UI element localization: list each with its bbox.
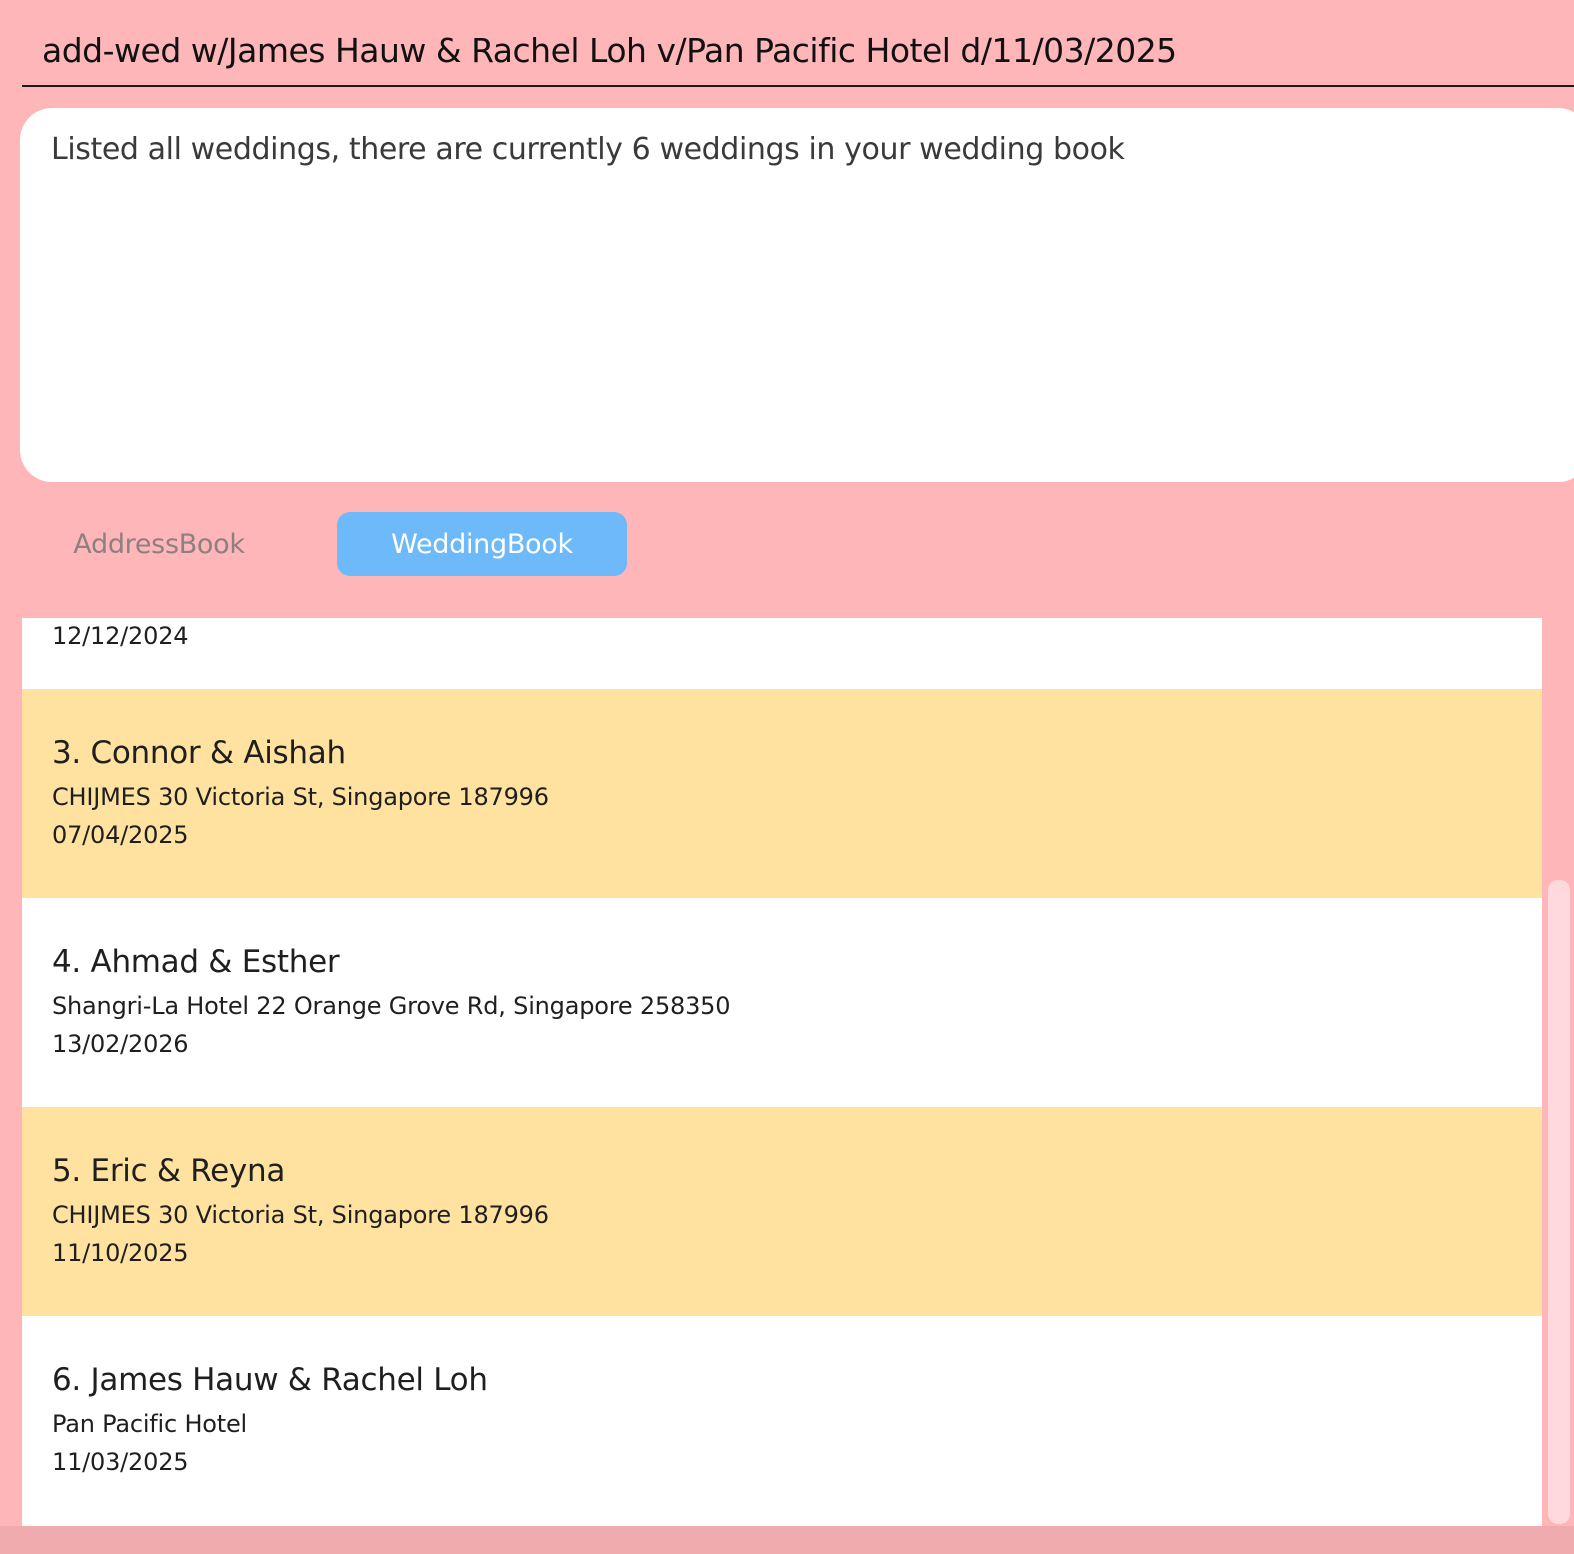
wedding-name: 5. Eric & Reyna: [52, 1153, 286, 1189]
wedding-venue: CHIJMES 30 Victoria St, Singapore 187996: [52, 1201, 549, 1229]
wedding-date: 11/03/2025: [52, 1448, 189, 1476]
tab-addressbook[interactable]: AddressBook: [44, 512, 274, 576]
wedding-venue: Pan Pacific Hotel: [52, 1410, 248, 1438]
window-bottom-edge: [0, 1526, 1574, 1554]
wedding-date: 11/10/2025: [52, 1239, 189, 1267]
wedding-venue: Shangri-La Hotel 22 Orange Grove Rd, Sin…: [52, 992, 731, 1020]
wedding-date: 12/12/2024: [52, 622, 189, 650]
wedding-name: 4. Ahmad & Esther: [52, 944, 340, 980]
list-item[interactable]: 5. Eric & Reyna CHIJMES 30 Victoria St, …: [22, 1107, 1542, 1316]
result-message: Listed all weddings, there are currently…: [51, 132, 1125, 167]
list-item[interactable]: 6. James Hauw & Rachel Loh Pan Pacific H…: [22, 1316, 1542, 1525]
tab-weddingbook[interactable]: WeddingBook: [337, 512, 627, 576]
result-display: Listed all weddings, there are currently…: [20, 108, 1574, 482]
list-item[interactable]: 3. Connor & Aishah CHIJMES 30 Victoria S…: [22, 689, 1542, 898]
command-box[interactable]: [22, 0, 1574, 87]
wedding-name: 3. Connor & Aishah: [52, 735, 346, 771]
list-scrollbar[interactable]: [1544, 618, 1574, 1526]
scrollbar-thumb[interactable]: [1548, 880, 1570, 1524]
wedding-list[interactable]: 12/12/2024 3. Connor & Aishah CHIJMES 30…: [22, 618, 1542, 1526]
list-item[interactable]: 12/12/2024: [22, 618, 1542, 689]
wedding-name: 6. James Hauw & Rachel Loh: [52, 1362, 488, 1398]
wedding-date: 13/02/2026: [52, 1030, 189, 1058]
list-item[interactable]: 4. Ahmad & Esther Shangri-La Hotel 22 Or…: [22, 898, 1542, 1107]
wedding-venue: CHIJMES 30 Victoria St, Singapore 187996: [52, 783, 549, 811]
wedding-date: 07/04/2025: [52, 821, 189, 849]
command-input[interactable]: [42, 24, 1542, 76]
